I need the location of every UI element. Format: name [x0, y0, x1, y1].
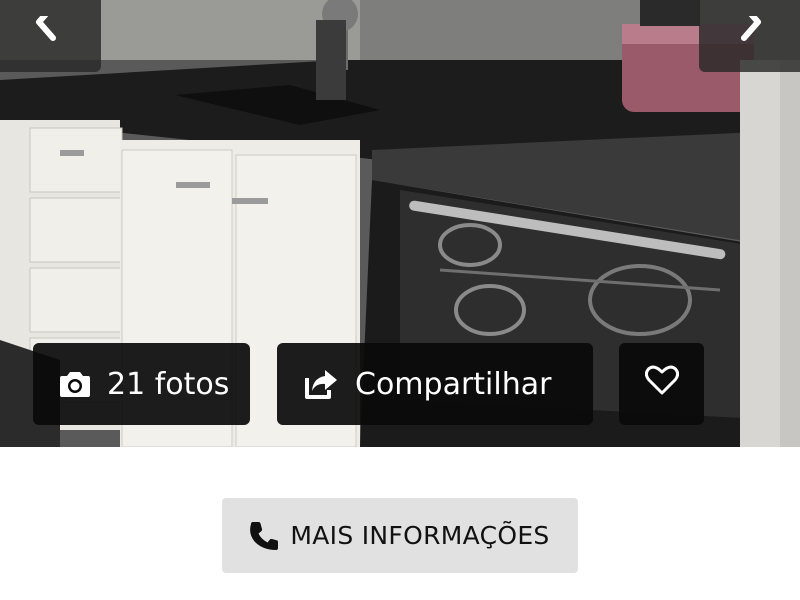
more-info-button[interactable]: MAIS INFORMAÇÕES: [222, 498, 578, 573]
camera-icon: [59, 370, 91, 398]
next-photo-button[interactable]: [699, 0, 800, 72]
phone-icon: [250, 521, 280, 551]
heart-icon: [644, 365, 679, 403]
favorite-button[interactable]: [619, 343, 704, 425]
share-button[interactable]: Compartilhar: [277, 343, 593, 425]
previous-photo-button[interactable]: [0, 0, 101, 72]
gallery-photo[interactable]: 21 fotos Compartilhar: [0, 0, 800, 447]
more-info-label: MAIS INFORMAÇÕES: [290, 521, 550, 550]
chevron-left-icon: [35, 16, 56, 41]
chevron-right-icon: [740, 16, 761, 41]
photos-count-label: 21 fotos: [107, 366, 230, 402]
share-icon: [303, 368, 339, 400]
photos-count-button[interactable]: 21 fotos: [33, 343, 250, 425]
share-label: Compartilhar: [355, 366, 552, 402]
